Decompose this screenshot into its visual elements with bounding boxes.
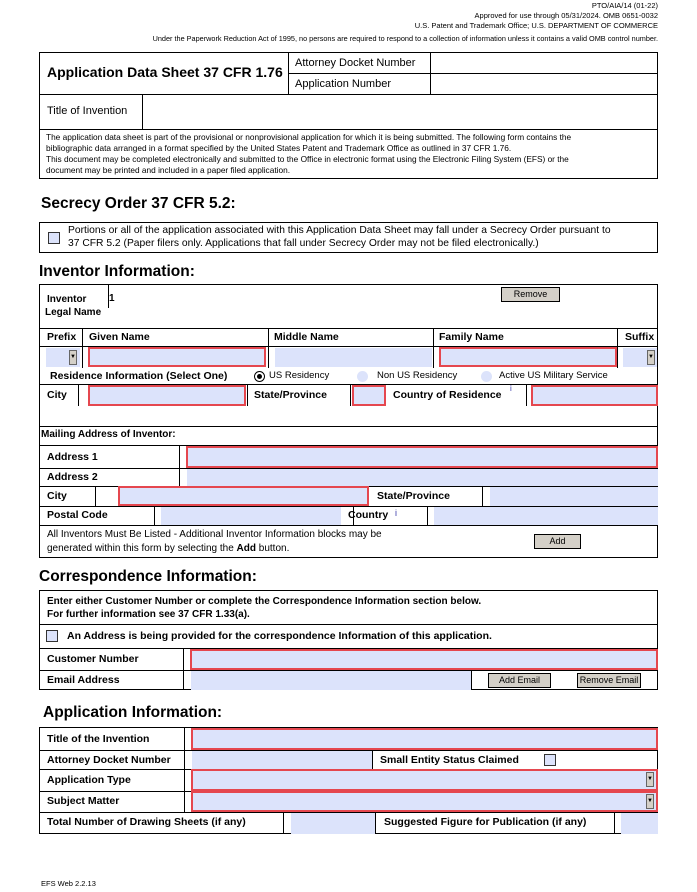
postal-code-label: Postal Code — [47, 509, 108, 521]
inventor-number: 1 — [109, 293, 115, 304]
mailing-city-input[interactable] — [118, 486, 369, 506]
correspondence-heading: Correspondence Information: — [39, 568, 257, 585]
drawing-sheets-label: Total Number of Drawing Sheets (if any) — [47, 816, 246, 828]
suggested-figure-input[interactable] — [621, 813, 658, 834]
middle-name-header: Middle Name — [274, 331, 339, 343]
paperwork-notice: Under the Paperwork Reduction Act of 199… — [152, 34, 658, 43]
secrecy-checkbox[interactable] — [48, 232, 60, 244]
mailing-country-input[interactable] — [434, 507, 658, 525]
residence-city-input[interactable] — [88, 385, 246, 406]
mailing-city-label: City — [47, 490, 67, 502]
address2-label: Address 2 — [47, 471, 98, 483]
suffix-header: Suffix — [625, 331, 655, 343]
postal-code-input-ext[interactable] — [191, 507, 341, 525]
correspondence-address-checkbox[interactable] — [46, 630, 58, 642]
customer-number-input[interactable] — [190, 649, 658, 670]
city-label: City — [47, 389, 67, 401]
attorney-docket-number-label: Attorney Docket Number — [47, 754, 171, 766]
small-entity-checkbox[interactable] — [544, 754, 556, 766]
secrecy-heading: Secrecy Order 37 CFR 5.2: — [41, 195, 236, 212]
intro-text: The application data sheet is part of th… — [46, 132, 572, 175]
application-heading: Application Information: — [43, 704, 223, 721]
given-name-input[interactable] — [88, 347, 266, 367]
correspondence-note: Enter either Customer Number or complete… — [47, 596, 482, 620]
title-input[interactable] — [191, 728, 658, 750]
prefix-dropdown-arrow-icon[interactable]: ▼ — [69, 350, 77, 365]
us-residency-radio[interactable] — [254, 371, 265, 382]
military-service-label: Active US Military Service — [499, 370, 608, 381]
middle-name-input[interactable] — [275, 348, 432, 367]
application-number-label: Application Number — [295, 78, 391, 90]
add-inventor-note: All Inventors Must Be Listed - Additiona… — [47, 529, 382, 554]
remove-email-button[interactable]: Remove Email — [577, 673, 641, 688]
application-type-select[interactable] — [191, 769, 658, 791]
title-of-invention-field[interactable] — [144, 96, 657, 128]
correspondence-address-label: An Address is being provided for the cor… — [67, 630, 492, 642]
inventor-label: Inventor — [47, 294, 87, 305]
attorney-docket-field[interactable] — [432, 54, 657, 72]
given-name-header: Given Name — [89, 331, 150, 343]
email-address-label: Email Address — [47, 674, 120, 686]
residence-state-input[interactable] — [352, 385, 386, 406]
office-name: U.S. Patent and Trademark Office; U.S. D… — [414, 21, 658, 30]
customer-number-label: Customer Number — [47, 653, 139, 665]
secrecy-text: Portions or all of the application assoc… — [68, 225, 611, 249]
email-address-input[interactable] — [191, 671, 471, 690]
us-residency-label: US Residency — [269, 370, 330, 381]
remove-inventor-button[interactable]: Remove — [501, 287, 560, 302]
subject-matter-select[interactable] — [191, 791, 658, 812]
legal-name-label: Legal Name — [45, 307, 102, 318]
mailing-address-label: Mailing Address of Inventor: — [41, 429, 176, 440]
form-id: PTO/AIA/14 (01-22) — [591, 1, 658, 10]
omb-approval: Approved for use through 05/31/2024. OMB… — [474, 11, 658, 20]
country-of-residence-label: Country of Residence — [393, 389, 502, 401]
attorney-docket-label: Attorney Docket Number — [295, 57, 416, 69]
military-service-radio[interactable] — [481, 371, 492, 382]
application-type-label: Application Type — [47, 774, 131, 786]
country-label: Country — [348, 509, 389, 521]
address2-input[interactable] — [187, 469, 658, 486]
inventor-heading: Inventor Information: — [39, 263, 195, 280]
add-inventor-button[interactable]: Add — [534, 534, 581, 549]
drawing-sheets-input[interactable] — [291, 813, 375, 834]
add-email-button[interactable]: Add Email — [488, 673, 551, 688]
suffix-dropdown-arrow-icon[interactable]: ▼ — [647, 350, 655, 365]
small-entity-label: Small Entity Status Claimed — [380, 754, 519, 766]
family-name-header: Family Name — [439, 331, 504, 343]
state-province-label: State/Province — [254, 389, 327, 401]
application-number-field[interactable] — [432, 75, 657, 93]
title-of-invention-label: Title of Invention — [47, 105, 128, 117]
address1-label: Address 1 — [47, 451, 98, 463]
subject-matter-dropdown-icon[interactable]: ▼ — [646, 794, 654, 809]
attorney-docket-number-input[interactable] — [192, 751, 372, 769]
address1-input[interactable] — [186, 446, 658, 468]
non-us-residency-radio[interactable] — [357, 371, 368, 382]
prefix-header: Prefix — [47, 331, 77, 343]
title-label: Title of the Invention — [47, 733, 150, 745]
suggested-figure-label: Suggested Figure for Publication (if any… — [384, 816, 587, 828]
mailing-state-label: State/Province — [377, 490, 450, 502]
efs-version: EFS Web 2.2.13 — [41, 879, 96, 888]
residence-label: Residence Information (Select One) — [50, 370, 228, 382]
subject-matter-label: Subject Matter — [47, 795, 120, 807]
country-of-residence-input[interactable] — [531, 385, 658, 406]
mailing-country-info-icon[interactable]: i — [395, 508, 397, 518]
application-type-dropdown-icon[interactable]: ▼ — [646, 772, 654, 787]
mailing-state-input[interactable] — [490, 487, 658, 506]
family-name-input[interactable] — [439, 347, 617, 367]
non-us-residency-label: Non US Residency — [377, 370, 458, 381]
country-info-icon[interactable]: i — [510, 384, 512, 393]
form-title: Application Data Sheet 37 CFR 1.76 — [47, 64, 283, 80]
